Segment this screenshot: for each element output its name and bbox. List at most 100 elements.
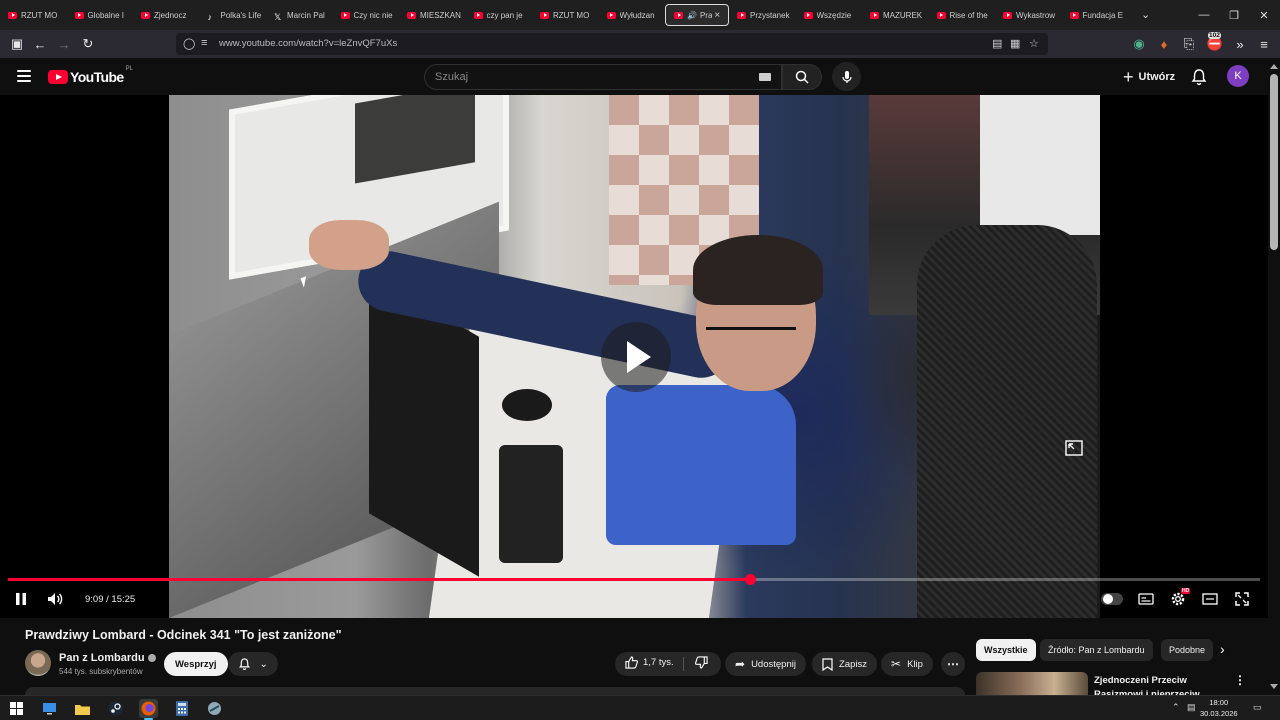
browser-tab[interactable]: Wyłudzan <box>599 4 666 26</box>
reload-icon[interactable]: ↻ <box>79 35 97 53</box>
scroll-up-icon[interactable] <box>1270 64 1278 69</box>
vpn-extension-icon[interactable]: ◉ <box>1130 35 1148 53</box>
tab-title: Wyłudzan <box>619 10 655 20</box>
chip-all[interactable]: Wszystkie <box>976 639 1036 661</box>
scroll-down-icon[interactable] <box>1270 684 1278 689</box>
autoplay-toggle[interactable] <box>1101 593 1123 605</box>
volume-button[interactable] <box>46 589 66 609</box>
notification-settings-button[interactable]: ⌄ <box>228 652 278 676</box>
subtitles-button[interactable] <box>1137 589 1155 609</box>
like-button[interactable]: 1,7 tys. <box>625 656 674 669</box>
guide-menu-icon[interactable] <box>17 70 31 82</box>
firefox-icon[interactable] <box>139 699 158 720</box>
youtube-icon <box>8 11 17 19</box>
chip-similar[interactable]: Podobne <box>1161 639 1213 661</box>
glasses <box>706 327 796 330</box>
page-scrollbar[interactable] <box>1268 58 1280 695</box>
close-window-icon[interactable]: ✕ <box>1248 0 1280 30</box>
share-button[interactable]: ➦ Udostępnij <box>725 652 806 676</box>
notifications-icon[interactable]: ▭ <box>1253 702 1262 713</box>
tab-title: Wszędzie <box>816 10 852 20</box>
notifications-bell-icon[interactable] <box>1190 68 1208 86</box>
browser-tab[interactable]: ♪ Polka's Life <box>200 4 267 26</box>
account-avatar[interactable]: K <box>1227 65 1249 87</box>
picture-in-picture-icon[interactable]: ▤ <box>992 37 1002 50</box>
create-label: Utwórz <box>1138 71 1176 83</box>
tray-overflow-icon[interactable]: ⌃ <box>1172 702 1180 713</box>
shield-icon[interactable]: ◯ <box>183 37 195 50</box>
back-icon[interactable]: ← <box>31 35 49 53</box>
support-button[interactable]: Wesprzyj <box>164 652 228 676</box>
browser-tab[interactable]: RZUT MO <box>0 4 67 26</box>
channel-name[interactable]: Pan z Lombardu <box>59 652 156 664</box>
browser-tab[interactable]: Fundacja E <box>1062 4 1129 26</box>
reader-view-icon[interactable]: ▦ <box>1010 37 1020 50</box>
calculator-icon[interactable] <box>172 699 191 718</box>
youtube-icon <box>737 11 746 19</box>
dislike-button[interactable] <box>695 656 708 672</box>
channel-name-text[interactable]: Pan z Lombardu <box>59 652 145 664</box>
system-clock[interactable]: 18:00 30.03.2026 <box>1200 697 1238 719</box>
browser-tab[interactable]: MAZUREK <box>862 4 929 26</box>
keyboard-icon[interactable] <box>759 73 771 81</box>
monitor-app-icon[interactable] <box>40 699 59 718</box>
channel-avatar[interactable] <box>25 650 51 676</box>
more-actions-icon[interactable]: ⋯ <box>941 652 965 676</box>
address-bar[interactable]: ◯ ≡ www.youtube.com/watch?v=leZnvQF7uXs … <box>176 33 1048 55</box>
chips-next-icon[interactable]: › <box>1220 641 1225 657</box>
progress-bar[interactable] <box>8 574 1260 585</box>
windows-start-icon[interactable] <box>7 699 26 718</box>
fullscreen-button[interactable] <box>1233 589 1251 609</box>
tab-list-dropdown-icon[interactable]: ⌄ <box>1141 8 1150 21</box>
large-play-button[interactable] <box>601 322 671 392</box>
save-button[interactable]: Zapisz <box>812 652 877 676</box>
chip-source-channel[interactable]: Źródło: Pan z Lombardu <box>1040 639 1153 661</box>
voice-search-button[interactable] <box>832 62 861 91</box>
extensions-icon[interactable]: ⎘ <box>1180 35 1198 53</box>
app-menu-icon[interactable]: ≡ <box>1255 35 1273 53</box>
forward-icon[interactable]: → <box>55 35 73 53</box>
video-player[interactable]: 9:09 / 15:25 HD <box>0 95 1268 618</box>
search-input[interactable]: Szukaj <box>424 64 782 90</box>
theater-mode-icon <box>1202 593 1218 605</box>
browser-tab[interactable]: czy pan je <box>466 4 533 26</box>
steam-icon[interactable] <box>106 699 125 718</box>
permissions-icon[interactable]: ≡ <box>201 37 207 49</box>
bookmark-star-icon[interactable]: ☆ <box>1029 37 1039 50</box>
recommendation-title[interactable]: Zjednoczeni Przeciw Rasizmowi i nieprzec… <box>1094 674 1230 695</box>
scrollbar-thumb[interactable] <box>1270 74 1278 250</box>
fox-extension-icon[interactable]: ♦ <box>1155 35 1173 53</box>
url-text[interactable]: www.youtube.com/watch?v=leZnvQF7uXs <box>219 38 397 49</box>
browser-tab[interactable]: MIESZKAN <box>399 4 466 26</box>
close-tab-icon[interactable]: × <box>714 10 720 21</box>
clip-button[interactable]: ✂ Klip <box>881 652 933 676</box>
browser-tab[interactable]: Globalne I <box>67 4 134 26</box>
recommendation-menu-icon[interactable]: ⋮ <box>1234 673 1246 687</box>
theater-mode-button[interactable] <box>1200 589 1220 609</box>
youtube-logo[interactable]: YouTube PL <box>48 66 133 85</box>
search-button[interactable] <box>782 64 822 90</box>
browser-tab[interactable]: Przystanek <box>729 4 796 26</box>
miniplayer-icon[interactable] <box>1065 440 1083 456</box>
minimize-icon[interactable]: — <box>1188 0 1220 30</box>
browser-tab[interactable]: Wykastrow <box>995 4 1062 26</box>
browser-tab[interactable]: Zjednocz <box>133 4 200 26</box>
bell-icon <box>239 658 251 670</box>
browser-tab[interactable]: Czy nic nie <box>333 4 400 26</box>
recommendation-thumbnail[interactable] <box>976 672 1088 695</box>
overflow-menu-icon[interactable]: » <box>1231 35 1249 53</box>
browser-tab[interactable]: RZUT MO <box>532 4 599 26</box>
app-icon[interactable] <box>205 699 224 718</box>
pause-button[interactable] <box>12 589 30 609</box>
speaker-icon[interactable]: 🔊 <box>687 11 697 20</box>
browser-tab[interactable]: Wszędzie <box>796 4 863 26</box>
file-explorer-icon[interactable] <box>73 699 92 718</box>
chevron-down-icon: ⌄ <box>259 658 268 670</box>
sidebar-toggle-icon[interactable]: ▣ <box>8 35 26 53</box>
network-icon[interactable]: ▤ <box>1187 702 1196 713</box>
browser-tab[interactable]: Rise of the <box>929 4 996 26</box>
restore-icon[interactable]: ❐ <box>1218 0 1250 30</box>
create-button[interactable]: + Utwórz <box>1113 64 1187 90</box>
browser-tab[interactable]: 𝕏 Marcin Pal <box>266 4 333 26</box>
browser-tab-active[interactable]: 🔊 Pra × <box>665 4 729 26</box>
